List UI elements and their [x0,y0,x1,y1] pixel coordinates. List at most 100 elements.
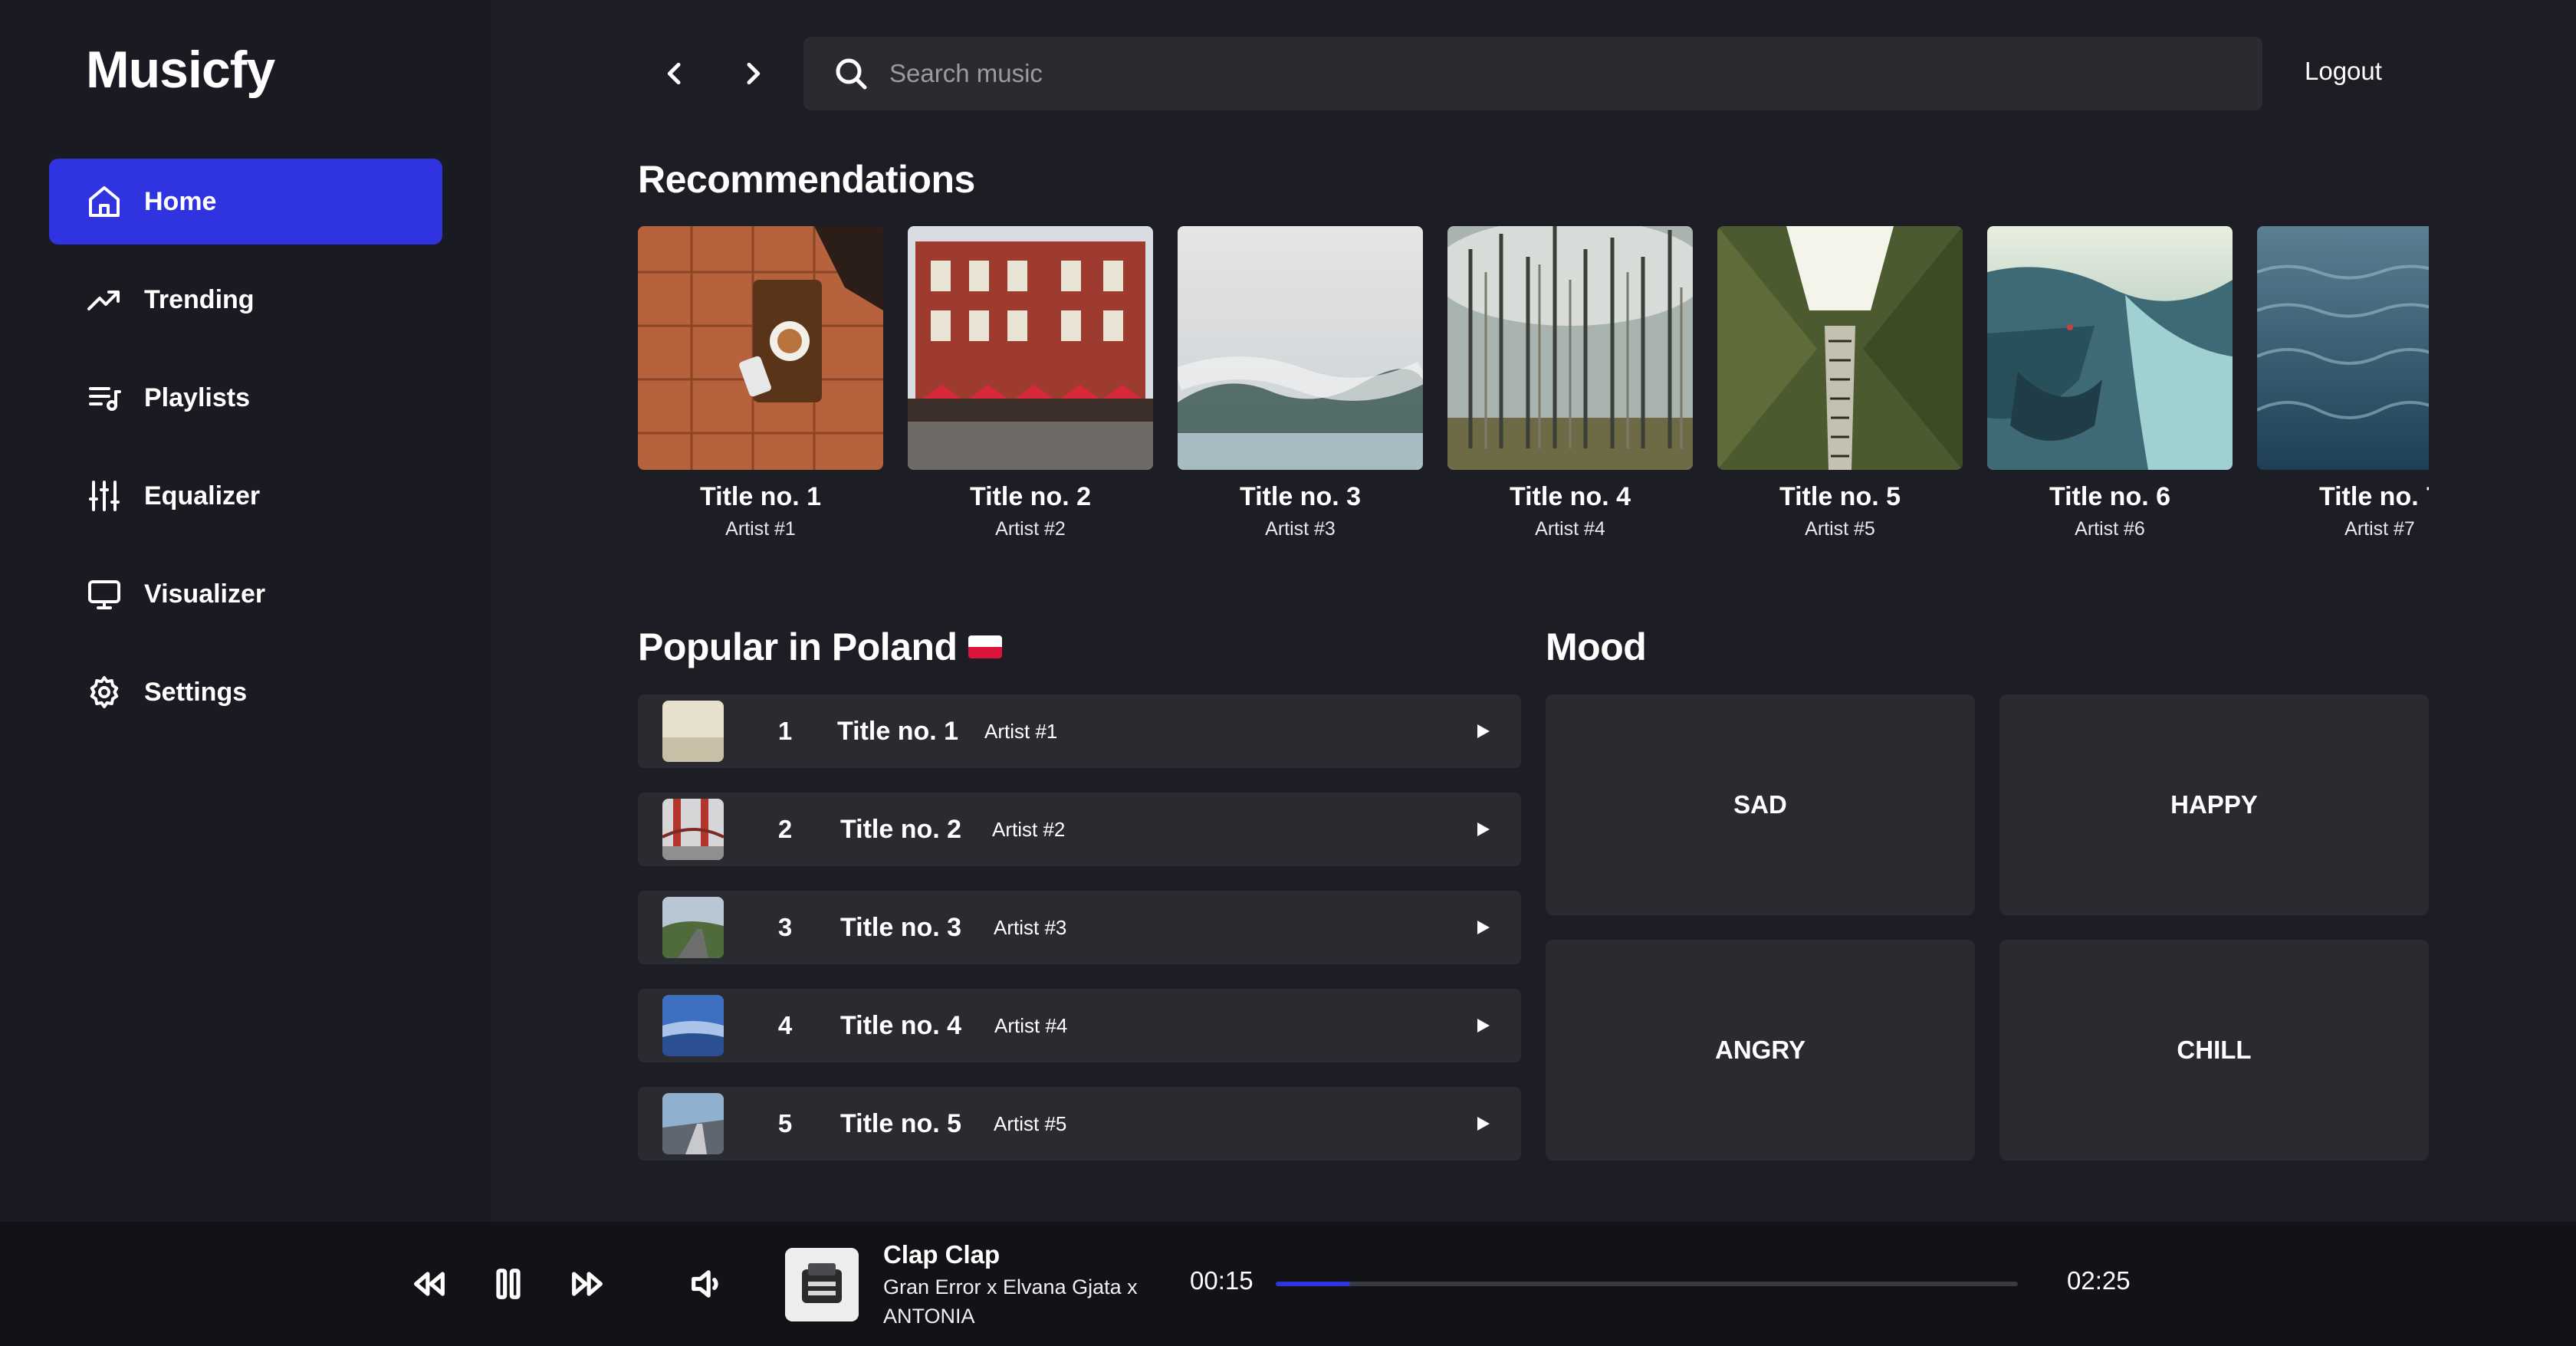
recommendation-artist: Artist #3 [1265,518,1336,540]
play-icon[interactable] [1469,717,1497,745]
track-title: Title no. 4 [840,1010,962,1040]
mood-tile-angry[interactable]: ANGRY [1546,940,1975,1161]
popular-row[interactable]: 2 Title no. 2 Artist #2 [638,793,1521,866]
chevron-left-icon [667,62,681,85]
now-playing-title: Clap Clap [883,1240,1001,1269]
track-title: Title no. 5 [840,1108,962,1138]
app-logo[interactable]: Musicfy [86,40,275,100]
track-artist: Artist #4 [994,1013,1068,1037]
rewind-button[interactable] [405,1259,454,1308]
sidebar-item-visualizer[interactable]: Visualizer [49,551,442,637]
track-rank: 3 [777,913,793,941]
track-artist: Artist #2 [992,817,1066,841]
cover-image [1447,226,1693,470]
track-artist: Artist #3 [994,915,1067,939]
fast-forward-button[interactable] [563,1259,612,1308]
sidebar-item-label: Playlists [144,382,250,412]
popular-row[interactable]: 3 Title no. 3 Artist #3 [638,891,1521,964]
back-button[interactable] [655,54,695,94]
rewind-icon [414,1272,445,1296]
sidebar-nav: Home Trending Playlists Equalizer Visual… [49,159,442,747]
cover-image [1987,226,2233,470]
popular-list: 1 Title no. 1 Artist #1 2 Title no. 2 Ar… [638,694,1521,1185]
cover-image [1717,226,1963,470]
recommendation-artist: Artist #5 [1805,518,1875,540]
recommendation-card[interactable]: Title no. 1 Artist #1 [638,226,883,540]
cover-image [638,226,883,470]
play-icon[interactable] [1469,816,1497,843]
mood-tile-chill[interactable]: CHILL [1999,940,2429,1161]
recommendation-title: Title no. 5 [1779,482,1901,511]
home-icon [86,183,123,220]
recommendation-artist: Artist #4 [1535,518,1605,540]
play-icon[interactable] [1469,1012,1497,1039]
sidebar-item-label: Trending [144,284,255,314]
sidebar-item-label: Visualizer [144,579,266,609]
cover-image [908,226,1153,470]
gear-icon [86,674,123,711]
progress-fill [1276,1282,1350,1286]
track-artist: Artist #1 [984,719,1058,743]
popular-row[interactable]: 1 Title no. 1 Artist #1 [638,694,1521,768]
play-icon[interactable] [1469,1110,1497,1138]
mood-title: Mood [1546,625,1647,668]
mood-tile-sad[interactable]: SAD [1546,694,1975,915]
logout-button[interactable]: Logout [2305,57,2382,86]
track-title: Title no. 3 [840,912,962,942]
fast-forward-icon [572,1272,603,1296]
recommendation-artist: Artist #6 [2075,518,2145,540]
search-icon [833,55,869,92]
current-time: 00:15 [1190,1266,1254,1295]
now-playing-cover [785,1248,859,1321]
recommendation-card[interactable]: Title no. 3 Artist #3 [1178,226,1423,540]
recommendation-title: Title no. 6 [2049,482,2171,511]
track-thumbnail [662,897,724,958]
recommendation-title: Title no. 2 [969,482,1092,511]
volume-button[interactable] [682,1259,731,1308]
popular-title-text: Popular in Poland [638,625,958,668]
track-thumbnail [662,799,724,860]
sidebar-item-home[interactable]: Home [49,159,442,245]
recommendations-row: Title no. 1 Artist #1 Title no. 2 Artist… [638,226,2429,563]
popular-title: Popular in Poland [638,625,1002,669]
recommendation-card[interactable]: Title no. 5 Artist #5 [1717,226,1963,540]
volume-icon [692,1270,718,1298]
mood-grid: SAD HAPPY ANGRY CHILL [1546,694,2429,1161]
play-icon[interactable] [1469,914,1497,941]
track-rank: 1 [777,717,793,745]
sidebar: Musicfy Home Trending Playlists Equalize… [0,0,491,1222]
track-rank: 2 [777,815,793,843]
recommendation-title: Title no. 4 [1509,482,1631,511]
mood-tile-happy[interactable]: HAPPY [1999,694,2429,915]
track-title: Title no. 2 [840,814,962,844]
player-bar: Clap Clap Gran Error x Elvana Gjata x AN… [0,1222,2576,1346]
forward-button[interactable] [733,54,773,94]
track-thumbnail [662,701,724,762]
progress-bar[interactable] [1276,1282,2018,1286]
recommendation-title: Title no. 3 [1239,482,1362,511]
recommendation-title: Title no. 1 [699,482,822,511]
recommendation-artist: Artist #7 [2344,518,2415,540]
sidebar-item-playlists[interactable]: Playlists [49,355,442,441]
sidebar-item-label: Equalizer [144,481,261,510]
poland-flag-icon [968,635,1002,658]
recommendation-card[interactable]: Title no. 4 Artist #4 [1447,226,1693,540]
sidebar-item-label: Settings [144,677,248,707]
sidebar-item-settings[interactable]: Settings [49,649,442,735]
track-title: Title no. 1 [837,716,959,746]
recommendation-card[interactable]: Title no. 7 Artist #7 [2257,226,2429,540]
recommendation-card[interactable]: Title no. 2 Artist #2 [908,226,1153,540]
recommendation-artist: Artist #2 [995,518,1066,540]
search-input[interactable] [889,51,2262,97]
popular-row[interactable]: 4 Title no. 4 Artist #4 [638,989,1521,1062]
recommendation-title: Title no. 7 [2318,482,2429,511]
app-root: Musicfy Home Trending Playlists Equalize… [0,0,2576,1346]
sidebar-item-equalizer[interactable]: Equalizer [49,453,442,539]
pause-button[interactable] [484,1259,533,1308]
sidebar-item-label: Home [144,186,217,216]
recommendation-card[interactable]: Title no. 6 Artist #6 [1987,226,2233,540]
cover-image [2257,226,2429,470]
sidebar-item-trending[interactable]: Trending [49,257,442,343]
popular-row[interactable]: 5 Title no. 5 Artist #5 [638,1087,1521,1161]
recommendation-artist: Artist #1 [725,518,796,540]
